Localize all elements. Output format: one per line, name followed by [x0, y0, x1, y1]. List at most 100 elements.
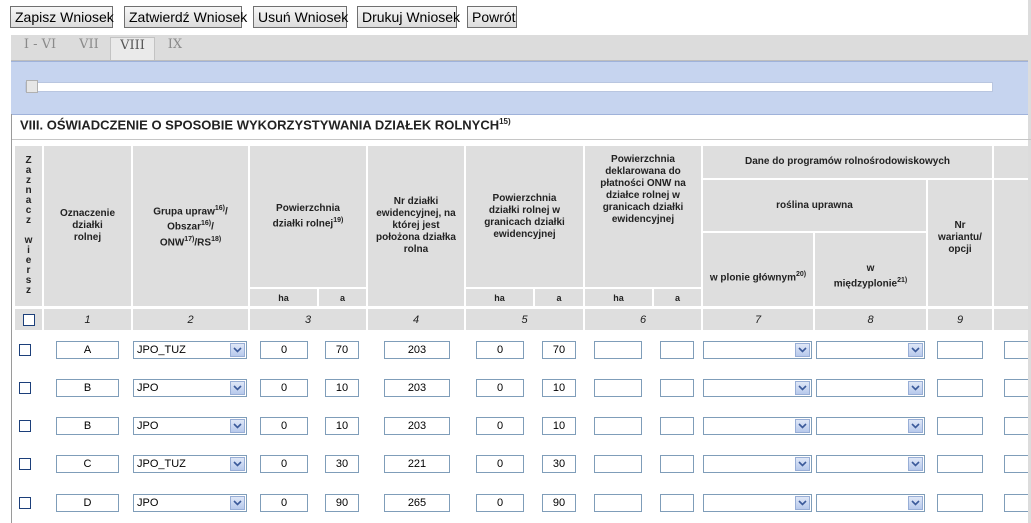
plon-glowny-select[interactable]	[703, 455, 812, 473]
granice-a-input[interactable]: 70	[542, 341, 576, 359]
horizontal-scrollbar[interactable]	[25, 80, 993, 93]
grupa-upraw-select[interactable]: JPO	[133, 417, 247, 435]
granice-a-input[interactable]: 30	[542, 455, 576, 473]
pow-ha-input[interactable]: 0	[260, 417, 308, 435]
row-checkbox[interactable]	[19, 382, 31, 394]
miedzyplon-select[interactable]	[816, 494, 925, 512]
nr-wariantu-input[interactable]	[937, 417, 983, 435]
onw-a-input[interactable]	[660, 417, 694, 435]
tab-viii[interactable]: VIII	[110, 37, 155, 60]
pow-ha-input[interactable]: 0	[260, 341, 308, 359]
onw-a-input[interactable]	[660, 379, 694, 397]
chevron-down-icon[interactable]	[795, 496, 810, 510]
nr-dzialki-input[interactable]: 221	[384, 455, 450, 473]
grupa-upraw-select[interactable]: JPO	[133, 379, 247, 397]
chevron-down-icon[interactable]	[795, 343, 810, 357]
grupa-upraw-value: JPO	[137, 382, 159, 394]
granice-ha-input[interactable]: 0	[476, 417, 524, 435]
pow-a-input[interactable]: 70	[325, 341, 359, 359]
granice-ha-input[interactable]: 0	[476, 379, 524, 397]
oznaczenie-input[interactable]: B	[56, 417, 119, 435]
back-button[interactable]: Powrót	[467, 6, 517, 28]
chevron-down-icon[interactable]	[908, 419, 923, 433]
onw-a-input[interactable]	[660, 494, 694, 512]
select-all-checkbox[interactable]	[22, 313, 35, 326]
delete-button[interactable]: Usuń Wniosek	[253, 6, 348, 28]
grupa-upraw-select[interactable]: JPO_TUZ	[133, 455, 247, 473]
granice-ha-input[interactable]: 0	[476, 455, 524, 473]
onw-ha-input[interactable]	[594, 379, 642, 397]
print-button[interactable]: Drukuj Wniosek	[357, 6, 460, 28]
pow-a-input[interactable]: 10	[325, 379, 359, 397]
grupa-upraw-select[interactable]: JPO_TUZ	[133, 341, 247, 359]
chevron-down-icon[interactable]	[230, 457, 245, 471]
nr-dzialki-input[interactable]: 265	[384, 494, 450, 512]
header-plon-glowny: w plonie głównym20)	[703, 233, 813, 306]
nr-dzialki-input[interactable]: 203	[384, 379, 450, 397]
row-checkbox[interactable]	[19, 458, 31, 470]
extra-input[interactable]	[1004, 494, 1028, 512]
chevron-down-icon[interactable]	[795, 381, 810, 395]
granice-ha-input[interactable]: 0	[476, 494, 524, 512]
chevron-down-icon[interactable]	[230, 343, 245, 357]
confirm-button[interactable]: Zatwierdź Wniosek	[124, 6, 247, 28]
extra-input[interactable]	[1004, 417, 1028, 435]
onw-ha-input[interactable]	[594, 417, 642, 435]
pow-a-input[interactable]: 30	[325, 455, 359, 473]
oznaczenie-input[interactable]: C	[56, 455, 119, 473]
chevron-down-icon[interactable]	[908, 496, 923, 510]
extra-input[interactable]	[1004, 455, 1028, 473]
extra-input[interactable]	[1004, 341, 1028, 359]
chevron-down-icon[interactable]	[908, 457, 923, 471]
tab-i-vi[interactable]: I - VI	[14, 37, 66, 60]
oznaczenie-input[interactable]: D	[56, 494, 119, 512]
onw-ha-input[interactable]	[594, 494, 642, 512]
chevron-down-icon[interactable]	[795, 457, 810, 471]
nr-wariantu-input[interactable]	[937, 455, 983, 473]
oznaczenie-input[interactable]: A	[56, 341, 119, 359]
nr-dzialki-input[interactable]: 203	[384, 417, 450, 435]
chevron-down-icon[interactable]	[908, 381, 923, 395]
row-checkbox[interactable]	[19, 420, 31, 432]
chevron-down-icon[interactable]	[230, 381, 245, 395]
nr-wariantu-input[interactable]	[937, 494, 983, 512]
granice-a-input[interactable]: 10	[542, 379, 576, 397]
chevron-down-icon[interactable]	[230, 419, 245, 433]
granice-a-input[interactable]: 10	[542, 417, 576, 435]
pow-ha-input[interactable]: 0	[260, 455, 308, 473]
pow-ha-input[interactable]: 0	[260, 494, 308, 512]
row-checkbox[interactable]	[19, 497, 31, 509]
pow-a-input[interactable]: 10	[325, 417, 359, 435]
nr-dzialki-input[interactable]: 203	[384, 341, 450, 359]
tab-ix[interactable]: IX	[157, 37, 193, 60]
onw-a-input[interactable]	[660, 455, 694, 473]
granice-ha-input[interactable]: 0	[476, 341, 524, 359]
miedzyplon-select[interactable]	[816, 341, 925, 359]
onw-ha-input[interactable]	[594, 341, 642, 359]
chevron-down-icon[interactable]	[908, 343, 923, 357]
plon-glowny-select[interactable]	[703, 494, 812, 512]
scroll-band	[11, 61, 1031, 115]
miedzyplon-select[interactable]	[816, 455, 925, 473]
plon-glowny-select[interactable]	[703, 379, 812, 397]
plon-glowny-select[interactable]	[703, 417, 812, 435]
onw-ha-input[interactable]	[594, 455, 642, 473]
pow-ha-input[interactable]: 0	[260, 379, 308, 397]
chevron-down-icon[interactable]	[795, 419, 810, 433]
extra-input[interactable]	[1004, 379, 1028, 397]
plon-glowny-select[interactable]	[703, 341, 812, 359]
nr-wariantu-input[interactable]	[937, 379, 983, 397]
chevron-down-icon[interactable]	[230, 496, 245, 510]
tab-vii[interactable]: VII	[68, 37, 110, 60]
pow-a-input[interactable]: 90	[325, 494, 359, 512]
onw-a-input[interactable]	[660, 341, 694, 359]
save-button[interactable]: Zapisz Wniosek	[10, 6, 114, 28]
row-checkbox[interactable]	[19, 344, 31, 356]
oznaczenie-input[interactable]: B	[56, 379, 119, 397]
scrollbar-thumb[interactable]	[26, 80, 38, 93]
miedzyplon-select[interactable]	[816, 379, 925, 397]
granice-a-input[interactable]: 90	[542, 494, 576, 512]
grupa-upraw-select[interactable]: JPO	[133, 494, 247, 512]
nr-wariantu-input[interactable]	[937, 341, 983, 359]
miedzyplon-select[interactable]	[816, 417, 925, 435]
